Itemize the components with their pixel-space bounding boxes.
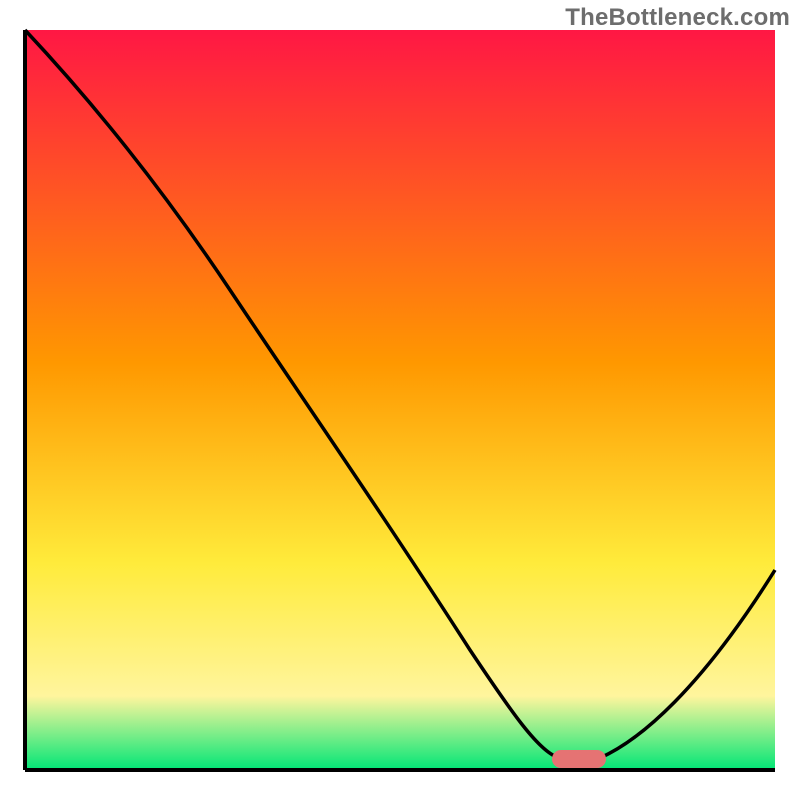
- optimal-marker: [552, 750, 606, 768]
- plot-gradient-bg: [25, 30, 775, 770]
- bottleneck-chart: [0, 0, 800, 800]
- watermark-text: TheBottleneck.com: [565, 4, 790, 32]
- chart-stage: TheBottleneck.com: [0, 0, 800, 800]
